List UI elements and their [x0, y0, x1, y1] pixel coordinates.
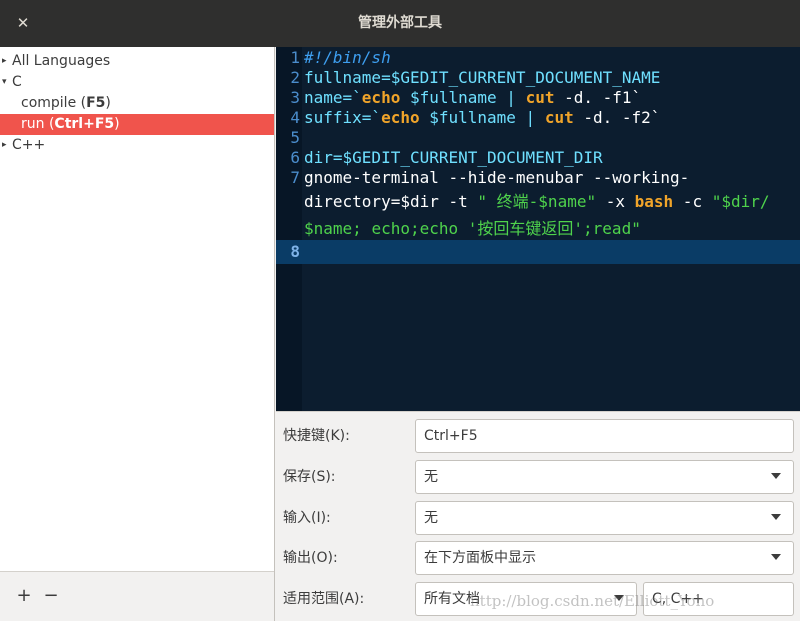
- tree-item-label: All Languages: [12, 53, 111, 69]
- input-row: 输入(I): 无: [276, 500, 800, 536]
- tree-item-all-languages[interactable]: ▸ All Languages: [0, 51, 274, 72]
- expander-right-icon[interactable]: ▸: [2, 51, 10, 72]
- shortcut-label: 快捷键(K):: [283, 428, 350, 444]
- language-selector-button[interactable]: C, C++: [643, 582, 794, 616]
- code-line-7a: gnome-terminal --hide-menubar --working-: [304, 168, 690, 187]
- script-editor[interactable]: 1 2 3 4 5 6 7 8 #!/bin/sh fullname=$GEDI…: [276, 47, 800, 411]
- shortcut-value: Ctrl+F5: [424, 428, 478, 444]
- input-dropdown[interactable]: 无: [415, 501, 794, 535]
- tree-item-compile[interactable]: compile (F5): [0, 93, 274, 114]
- output-row: 输出(O): 在下方面板中显示: [276, 540, 800, 576]
- dropdown-arrow-icon: [614, 595, 624, 601]
- input-label: 输入(I):: [283, 510, 331, 526]
- expander-right-icon[interactable]: ▸: [2, 135, 10, 156]
- add-tool-button[interactable]: +: [13, 585, 35, 607]
- code-line-3: name=`echo $fullname | cut -d. -f1`: [304, 88, 642, 107]
- save-dropdown[interactable]: 无: [415, 460, 794, 494]
- line-number: 7: [290, 168, 300, 187]
- tool-list-panel: ▸ All Languages ▾ C compile (F5) run (Ct…: [0, 47, 275, 621]
- expander-down-icon[interactable]: ▾: [2, 72, 10, 93]
- shortcut-input[interactable]: Ctrl+F5: [415, 419, 794, 453]
- line-number-current: 8: [290, 242, 300, 261]
- window-title: 管理外部工具: [358, 15, 442, 31]
- title-bar: ✕ 管理外部工具: [0, 0, 800, 47]
- save-row: 保存(S): 无: [276, 459, 800, 495]
- code-line-1: #!/bin/sh: [304, 48, 391, 67]
- save-value: 无: [424, 469, 438, 485]
- dropdown-arrow-icon: [771, 473, 781, 479]
- output-label: 输出(O):: [283, 550, 338, 566]
- code-line-7b: directory=$dir -t " 终端-$name" -x bash -c…: [304, 192, 770, 211]
- dropdown-arrow-icon: [771, 514, 781, 520]
- line-number: 6: [290, 148, 300, 167]
- line-number: 4: [290, 108, 300, 127]
- tree-item-label: run (Ctrl+F5): [21, 116, 120, 132]
- line-number: 5: [290, 128, 300, 147]
- tree-item-label: C: [12, 74, 22, 90]
- applicability-dropdown[interactable]: 所有文档: [415, 582, 637, 616]
- tree-item-run[interactable]: run (Ctrl+F5): [0, 114, 274, 135]
- input-value: 无: [424, 510, 438, 526]
- line-number: 1: [290, 48, 300, 67]
- tree-item-label: C++: [12, 137, 46, 153]
- current-line-highlight: [276, 240, 800, 264]
- shortcut-row: 快捷键(K): Ctrl+F5: [276, 418, 800, 454]
- tree-item-label: compile (F5): [21, 95, 111, 111]
- code-line-7c: $name; echo;echo '按回车键返回';read": [304, 219, 641, 238]
- applicability-label: 适用范围(A):: [283, 591, 365, 607]
- save-label: 保存(S):: [283, 469, 336, 485]
- output-value: 在下方面板中显示: [424, 550, 536, 566]
- tree-item-c[interactable]: ▾ C: [0, 72, 274, 93]
- line-number: 3: [290, 88, 300, 107]
- code-line-2: fullname=$GEDIT_CURRENT_DOCUMENT_NAME: [304, 68, 661, 87]
- code-line-4: suffix=`echo $fullname | cut -d. -f2`: [304, 108, 661, 127]
- line-number: 2: [290, 68, 300, 87]
- tree-item-cpp[interactable]: ▸ C++: [0, 135, 274, 156]
- output-dropdown[interactable]: 在下方面板中显示: [415, 541, 794, 575]
- applicability-value: 所有文档: [424, 591, 480, 607]
- code-line-6: dir=$GEDIT_CURRENT_DOCUMENT_DIR: [304, 148, 603, 167]
- tool-list-toolbar: + −: [0, 571, 274, 621]
- dropdown-arrow-icon: [771, 554, 781, 560]
- tool-properties-form: 快捷键(K): Ctrl+F5 保存(S): 无 输入(I): 无 输出(O):…: [276, 411, 800, 621]
- language-value: C, C++: [652, 591, 704, 607]
- remove-tool-button[interactable]: −: [40, 585, 62, 607]
- applicability-row: 适用范围(A): 所有文档 C, C++: [276, 581, 800, 617]
